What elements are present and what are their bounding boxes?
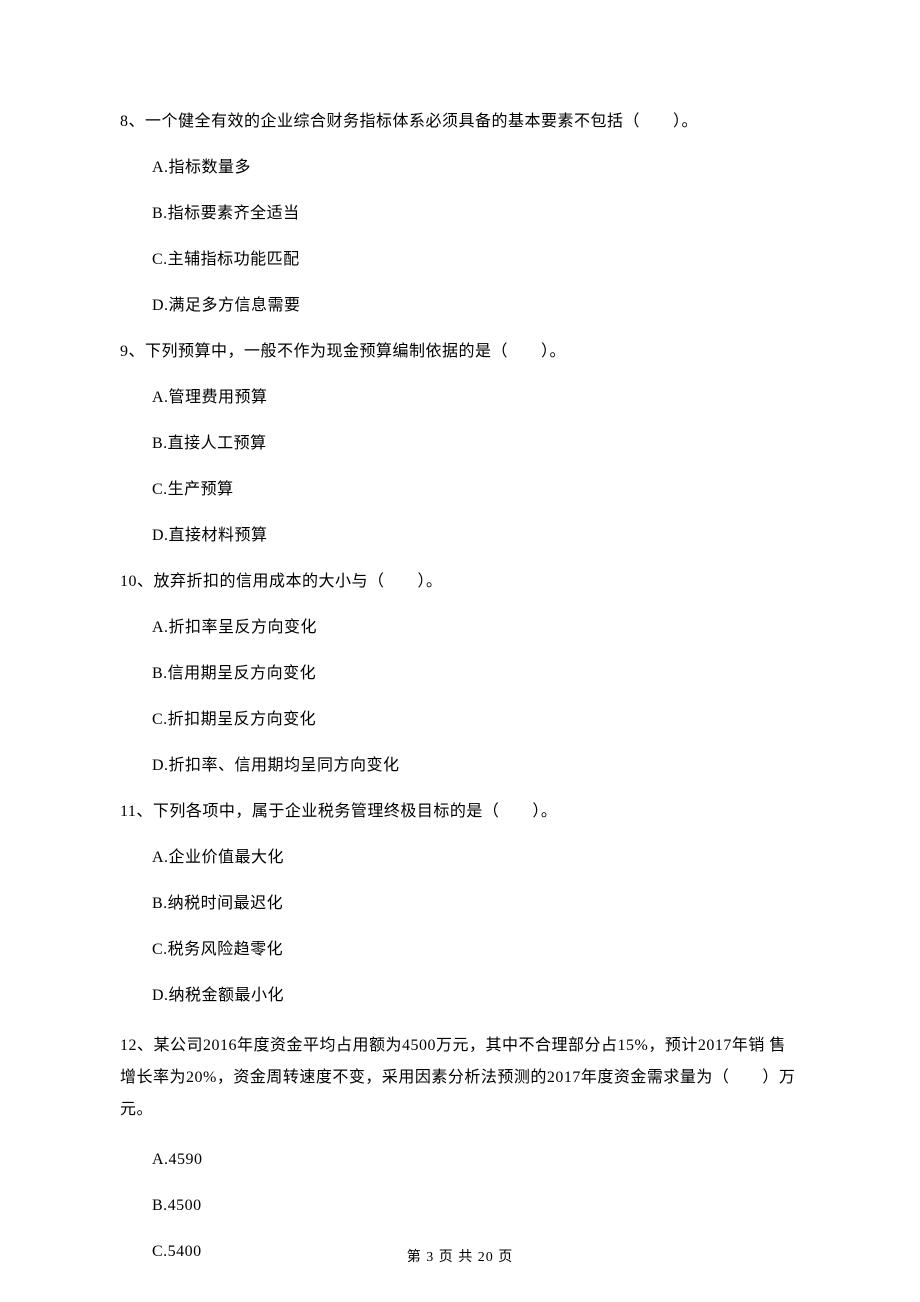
question-stem: 9、下列预算中，一般不作为现金预算编制依据的是（ ）。 bbox=[120, 340, 800, 364]
question-12: 12、某公司2016年度资金平均占用额为4500万元，其中不合理部分占15%，预… bbox=[120, 1030, 800, 1264]
option-d: D.折扣率、信用期均呈同方向变化 bbox=[152, 754, 800, 778]
option-a: A.管理费用预算 bbox=[152, 386, 800, 410]
document-content: 8、一个健全有效的企业综合财务指标体系必须具备的基本要素不包括（ ）。 A.指标… bbox=[120, 110, 800, 1264]
option-c: C.折扣期呈反方向变化 bbox=[152, 708, 800, 732]
question-stem: 12、某公司2016年度资金平均占用额为4500万元，其中不合理部分占15%，预… bbox=[120, 1030, 800, 1126]
option-a: A.企业价值最大化 bbox=[152, 846, 800, 870]
question-stem: 8、一个健全有效的企业综合财务指标体系必须具备的基本要素不包括（ ）。 bbox=[120, 110, 800, 134]
option-c: C.主辅指标功能匹配 bbox=[152, 248, 800, 272]
option-b: B.指标要素齐全适当 bbox=[152, 202, 800, 226]
question-9: 9、下列预算中，一般不作为现金预算编制依据的是（ ）。 A.管理费用预算 B.直… bbox=[120, 340, 800, 548]
page-footer: 第 3 页 共 20 页 bbox=[0, 1247, 920, 1268]
option-d: D.纳税金额最小化 bbox=[152, 984, 800, 1008]
option-d: D.直接材料预算 bbox=[152, 524, 800, 548]
option-b: B.纳税时间最迟化 bbox=[152, 892, 800, 916]
option-b: B.信用期呈反方向变化 bbox=[152, 662, 800, 686]
option-d: D.满足多方信息需要 bbox=[152, 294, 800, 318]
question-stem: 10、放弃折扣的信用成本的大小与（ ）。 bbox=[120, 570, 800, 594]
option-c: C.税务风险趋零化 bbox=[152, 938, 800, 962]
option-b: B.4500 bbox=[152, 1194, 800, 1218]
option-a: A.折扣率呈反方向变化 bbox=[152, 616, 800, 640]
option-a: A.指标数量多 bbox=[152, 156, 800, 180]
question-10: 10、放弃折扣的信用成本的大小与（ ）。 A.折扣率呈反方向变化 B.信用期呈反… bbox=[120, 570, 800, 778]
question-stem: 11、下列各项中，属于企业税务管理终极目标的是（ ）。 bbox=[120, 800, 800, 824]
question-8: 8、一个健全有效的企业综合财务指标体系必须具备的基本要素不包括（ ）。 A.指标… bbox=[120, 110, 800, 318]
question-11: 11、下列各项中，属于企业税务管理终极目标的是（ ）。 A.企业价值最大化 B.… bbox=[120, 800, 800, 1008]
option-c: C.生产预算 bbox=[152, 478, 800, 502]
option-a: A.4590 bbox=[152, 1148, 800, 1172]
option-b: B.直接人工预算 bbox=[152, 432, 800, 456]
